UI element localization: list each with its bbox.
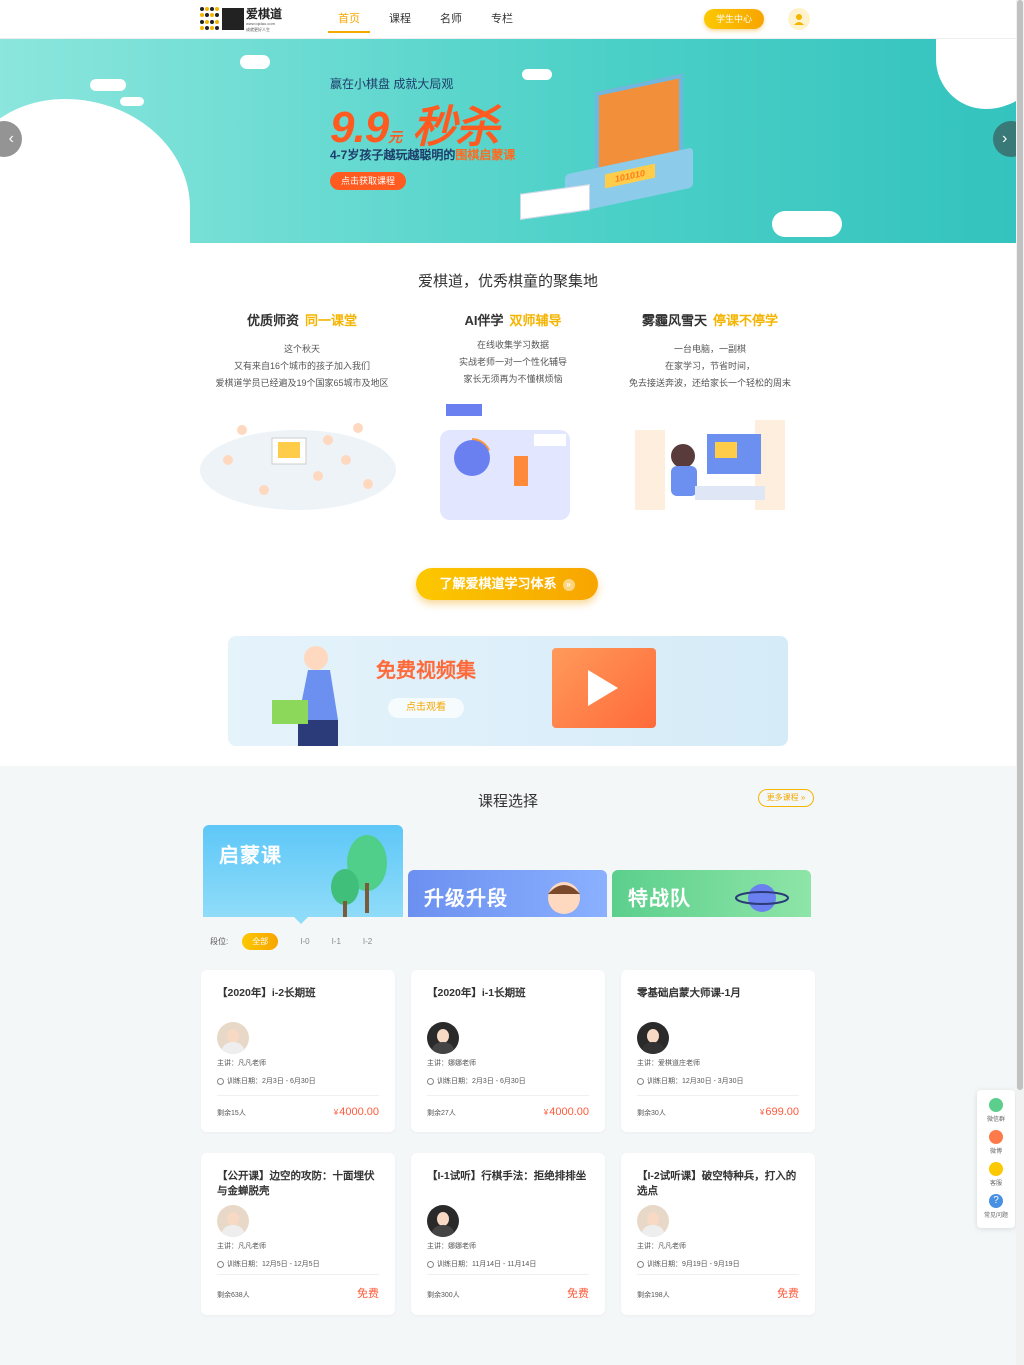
- cloud-icon: [522, 69, 552, 80]
- weibo-icon: [989, 1130, 1003, 1144]
- arrow-right-icon: »: [562, 578, 575, 591]
- service-icon: [989, 1162, 1003, 1176]
- intro-title: 爱棋道，优秀棋童的聚集地: [417, 273, 598, 290]
- site-logo[interactable]: 爱棋道 www.iqidao.com 成就更好人生: [200, 6, 290, 32]
- world-map-illustration: [200, 423, 396, 510]
- banner-subtitle: 4-7岁孩子越玩越聪明的围棋启蒙课: [330, 148, 516, 162]
- weibo-link[interactable]: 微博: [977, 1130, 1015, 1155]
- teacher-illustration: [272, 646, 338, 746]
- faq-link[interactable]: ? 常见问题: [977, 1194, 1015, 1219]
- level-label: 段位:: [210, 937, 229, 946]
- clock-icon: [217, 1077, 224, 1085]
- logo-dots-icon: [200, 7, 220, 31]
- question-icon: ?: [989, 1194, 1003, 1208]
- clock-icon: [637, 1260, 644, 1268]
- course-section-title: 课程选择: [477, 793, 538, 810]
- user-avatar-button[interactable]: [788, 8, 810, 30]
- logo-mark-icon: [222, 8, 244, 30]
- wechat-group-link[interactable]: 微信群: [977, 1098, 1015, 1123]
- watch-now-button[interactable]: 点击观看: [388, 698, 464, 718]
- level-i0[interactable]: I-0: [300, 937, 309, 946]
- wechat-icon: [989, 1098, 1003, 1112]
- clock-icon: [427, 1260, 434, 1268]
- nav-columns[interactable]: 专栏: [491, 0, 513, 39]
- level-i1[interactable]: I-1: [332, 937, 341, 946]
- video-player-illustration: [552, 648, 656, 728]
- category-tab-advance[interactable]: 升级升段: [408, 870, 607, 917]
- planet-icon: [735, 884, 789, 912]
- category-tab-special[interactable]: 特战队: [612, 870, 811, 917]
- more-courses-button[interactable]: 更多课程 »: [758, 789, 814, 807]
- user-icon: [794, 14, 804, 25]
- page-scrollbar[interactable]: [1016, 0, 1024, 1365]
- category-tab-beginner[interactable]: 启蒙课: [203, 825, 403, 917]
- clock-icon: [637, 1077, 644, 1085]
- banner-headline: 赢在小棋盘 成就大局观: [330, 77, 454, 91]
- course-card[interactable]: 【公开课】边空的攻防：十面埋伏与金蝉脱壳 主讲：凡凡老师 训练日期：12月5日 …: [201, 1153, 395, 1315]
- nav-courses[interactable]: 课程: [389, 0, 411, 39]
- nav-teachers[interactable]: 名师: [440, 0, 462, 39]
- level-filter: 段位: 全部 I-0 I-1 I-2: [210, 933, 372, 950]
- student-center-button[interactable]: 学生中心: [704, 9, 764, 29]
- teacher-avatar: [217, 1022, 249, 1054]
- teacher-avatar: [637, 1022, 669, 1054]
- nav-home[interactable]: 首页: [328, 0, 370, 39]
- main-nav: 首页 课程 名师 专栏: [328, 0, 542, 39]
- cloud-icon: [90, 79, 126, 91]
- cloud-icon: [120, 97, 144, 106]
- play-icon: [588, 670, 618, 706]
- course-card[interactable]: 零基础启蒙大师课-1月 主讲：爱棋道庄老师 训练日期：12月30日 - 3月30…: [621, 970, 815, 1132]
- cloud-icon: [772, 211, 842, 237]
- clock-icon: [217, 1260, 224, 1268]
- course-card[interactable]: 【I-2试听课】破空特种兵，打入的选点 主讲：凡凡老师 训练日期：9月19日 -…: [621, 1153, 815, 1315]
- feature-teachers: 优质师资 同一课堂 这个秋天 又有来自16个城市的孩子加入我们 爱棋道学员已经遍及…: [215, 313, 389, 388]
- home-study-illustration: [635, 420, 785, 510]
- boy-icon: [548, 882, 580, 914]
- hero-banner[interactable]: 赢在小棋盘 成就大局观 9.9元 秒杀 4-7岁孩子越玩越聪明的围棋启蒙课 点击…: [0, 39, 1016, 243]
- course-card[interactable]: 【I-1试听】行棋手法：拒绝排排坐 主讲：娜娜老师 训练日期：11月14日 - …: [411, 1153, 605, 1315]
- level-all[interactable]: 全部: [242, 933, 279, 950]
- course-card[interactable]: 【2020年】i-1长期班 主讲：娜娜老师 训练日期：2月3日 - 6月30日 …: [411, 970, 605, 1132]
- feature-online: 雾霾风雪天 停课不停学 一台电脑，一副棋 在家学习，节省时间， 免去接送奔波，还给…: [628, 313, 791, 388]
- get-course-button[interactable]: 点击获取课程: [330, 172, 406, 190]
- floating-side-panel: 微信群 微博 客服 ? 常见问题: [977, 1090, 1015, 1228]
- cloud-icon: [240, 55, 270, 69]
- teacher-avatar: [217, 1205, 249, 1237]
- learn-system-button[interactable]: 了解爱棋道学习体系»: [416, 568, 598, 600]
- ai-analysis-illustration: [440, 404, 570, 520]
- customer-service-link[interactable]: 客服: [977, 1162, 1015, 1187]
- teacher-avatar: [427, 1022, 459, 1054]
- clock-icon: [427, 1077, 434, 1085]
- tree-icon: [331, 835, 387, 917]
- video-banner-title: 免费视频集: [376, 660, 476, 682]
- teacher-avatar: [427, 1205, 459, 1237]
- scrollbar-thumb[interactable]: [1017, 0, 1023, 1090]
- feature-ai: AI伴学 双师辅导 在线收集学习数据 实战老师一对一个性化辅导 家长无须再为不懂棋…: [458, 313, 567, 384]
- free-video-banner[interactable]: 免费视频集 点击观看: [228, 636, 788, 746]
- course-card[interactable]: 【2020年】i-2长期班 主讲：凡凡老师 训练日期：2月3日 - 6月30日 …: [201, 970, 395, 1132]
- teacher-avatar: [637, 1205, 669, 1237]
- level-i2[interactable]: I-2: [363, 937, 372, 946]
- logo-title: 爱棋道: [246, 6, 283, 21]
- logo-slogan: 成就更好人生: [246, 26, 270, 32]
- site-header: 爱棋道 www.iqidao.com 成就更好人生 首页 课程 名师 专栏 学生…: [0, 0, 1016, 39]
